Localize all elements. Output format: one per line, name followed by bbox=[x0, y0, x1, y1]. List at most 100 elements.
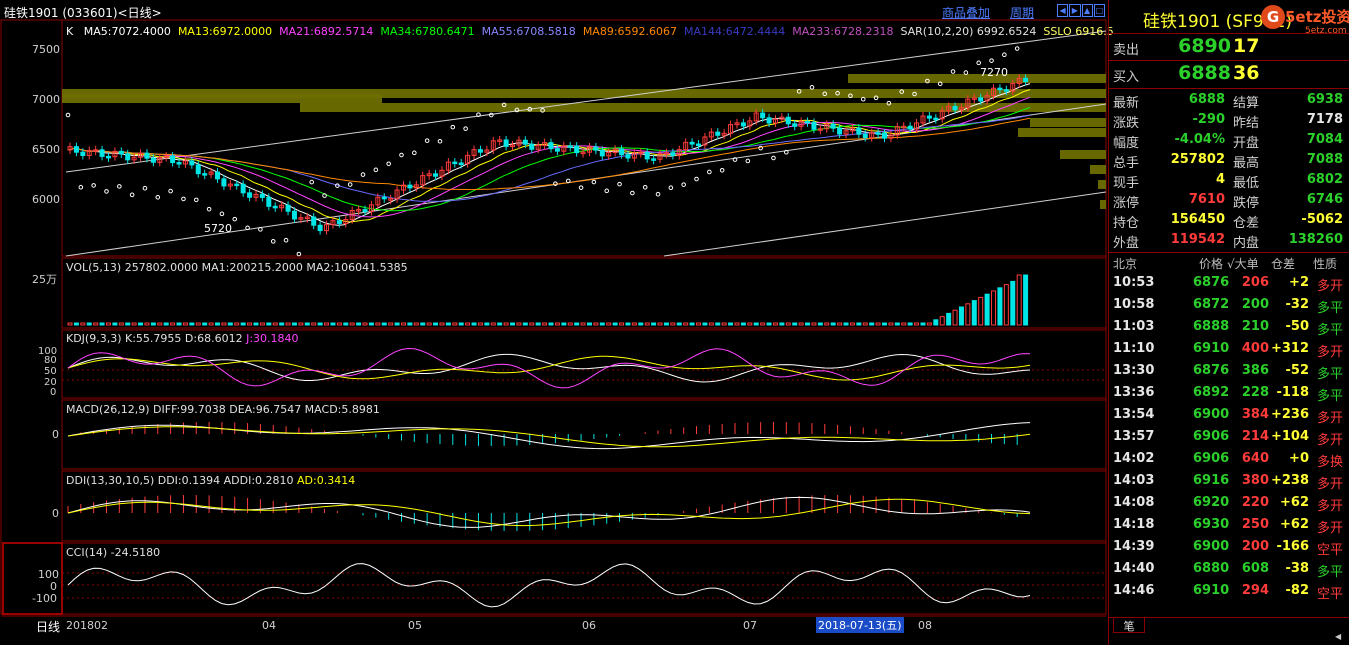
candle-body bbox=[407, 184, 413, 189]
stat-label: 仓差 bbox=[1233, 216, 1260, 231]
up-arrow-icon[interactable]: ▲ bbox=[1081, 4, 1093, 17]
tick-volume: 214 bbox=[1241, 429, 1269, 444]
candle-body bbox=[651, 158, 657, 161]
stat-label: 跌停 bbox=[1233, 196, 1260, 211]
volume-bar bbox=[907, 322, 913, 326]
period-link[interactable]: 周期 bbox=[1010, 4, 1034, 21]
volume-bar bbox=[362, 322, 368, 326]
chart-canvas[interactable] bbox=[0, 0, 1108, 645]
tick-header: 北京 价格 √大单 仓差 性质 bbox=[1109, 254, 1349, 272]
volume-bar bbox=[317, 322, 323, 326]
volume-bar bbox=[554, 322, 560, 326]
candle-body bbox=[805, 120, 811, 124]
stat-value: 6938 bbox=[1306, 92, 1343, 107]
tick-price: 6900 bbox=[1193, 539, 1230, 554]
volume-bar bbox=[715, 322, 721, 326]
tick-row: 14:03 6916 380 +238 多开 bbox=[1109, 471, 1349, 493]
candle-body bbox=[215, 171, 221, 180]
candle-body bbox=[336, 220, 342, 224]
volume-bar bbox=[433, 322, 439, 326]
sar-dot bbox=[283, 237, 289, 243]
volume-bar bbox=[73, 322, 79, 326]
volume-bar bbox=[696, 322, 702, 326]
date-label: 201802 bbox=[66, 619, 108, 632]
divider bbox=[1109, 617, 1349, 618]
ma5-label: MA5:7072.4000 bbox=[83, 25, 171, 38]
tick-nature: 空平 bbox=[1317, 587, 1344, 602]
tick-nature: 多开 bbox=[1317, 345, 1344, 360]
candle-body bbox=[311, 216, 317, 226]
sar-dot bbox=[360, 172, 366, 177]
maximize-icon[interactable]: □ bbox=[1093, 4, 1105, 17]
candle-body bbox=[792, 123, 798, 127]
sar-dot bbox=[399, 152, 404, 158]
stat-value: 7084 bbox=[1306, 132, 1343, 147]
volume-bar bbox=[221, 322, 227, 326]
sar-dot bbox=[219, 211, 225, 217]
candle-body bbox=[952, 105, 958, 111]
kdj-k-line bbox=[67, 353, 1031, 383]
volume-bar bbox=[112, 322, 118, 326]
volume-bar bbox=[830, 322, 836, 326]
candle-body bbox=[644, 151, 650, 160]
chart-area[interactable]: 硅铁1901 (033601)<日线> 商品叠加 周期 ◀ ▶ ▲ □ K MA… bbox=[0, 0, 1114, 645]
scroll-left-icon[interactable]: ◀ bbox=[1335, 632, 1341, 641]
cci-legend: CCI(14) -24.5180 bbox=[66, 546, 161, 559]
right-arrow-icon[interactable]: ▶ bbox=[1069, 4, 1081, 17]
volume-bar bbox=[772, 322, 778, 326]
tick-nature: 多平 bbox=[1317, 389, 1344, 404]
volume-bar bbox=[253, 322, 259, 326]
tick-volume: 200 bbox=[1241, 539, 1269, 554]
stat-label: 涨停 bbox=[1113, 196, 1140, 211]
left-arrow-icon[interactable]: ◀ bbox=[1057, 4, 1069, 17]
candle-body bbox=[837, 127, 843, 135]
volume-bar bbox=[683, 322, 689, 326]
candle-body bbox=[259, 193, 265, 198]
volume-bar bbox=[753, 322, 759, 326]
tick-row: 14:39 6900 200 -166 空平 bbox=[1109, 537, 1349, 559]
tick-change: +0 bbox=[1289, 451, 1309, 466]
volume-bar bbox=[510, 322, 516, 326]
tick-volume: 294 bbox=[1241, 583, 1269, 598]
candle-body bbox=[574, 145, 580, 154]
candle-body bbox=[189, 160, 195, 166]
sar-dot bbox=[488, 112, 494, 118]
period-label[interactable]: 日线 bbox=[36, 618, 60, 635]
sar-dot bbox=[1002, 52, 1007, 57]
kdj-main-label: KDJ(9,3,3) K:55.7955 D:68.6012 bbox=[66, 332, 243, 345]
tick-time: 13:36 bbox=[1113, 385, 1155, 400]
tick-time: 13:30 bbox=[1113, 363, 1155, 378]
stat-label: 外盘 bbox=[1113, 236, 1140, 251]
candle-body bbox=[285, 204, 291, 212]
volume-bar bbox=[1016, 274, 1022, 326]
tick-volume: 384 bbox=[1241, 407, 1269, 422]
volume-bar bbox=[503, 322, 509, 326]
stat-value: 119542 bbox=[1170, 232, 1225, 247]
tab-ticks[interactable]: 笔 bbox=[1113, 618, 1145, 633]
buy-volume: 36 bbox=[1233, 62, 1260, 84]
ma55-label: MA55:6708.5818 bbox=[481, 25, 576, 38]
candle-body bbox=[221, 178, 227, 187]
tick-header-nature: 性质 bbox=[1313, 257, 1338, 271]
quote-stat-row: 幅度 -4.04% 开盘 7084 bbox=[1109, 130, 1349, 151]
overlay-link[interactable]: 商品叠加 bbox=[942, 4, 990, 21]
tick-time: 14:02 bbox=[1113, 451, 1155, 466]
tick-row: 11:10 6910 400 +312 多开 bbox=[1109, 339, 1349, 361]
candle-body bbox=[503, 139, 509, 147]
candle-body bbox=[619, 148, 625, 156]
volume-bar bbox=[901, 322, 907, 326]
stat-label: 涨跌 bbox=[1113, 116, 1140, 131]
tick-row: 14:40 6880 608 -38 多平 bbox=[1109, 559, 1349, 581]
volume-bar bbox=[259, 322, 265, 326]
kdj-j-label: J:30.1840 bbox=[246, 332, 299, 345]
sar-dot bbox=[155, 194, 161, 200]
candle-body bbox=[625, 154, 631, 159]
tick-change: +104 bbox=[1270, 429, 1309, 444]
tick-volume: 608 bbox=[1241, 561, 1269, 576]
tick-time: 14:08 bbox=[1113, 495, 1155, 510]
price-axis-7000: 7000 bbox=[32, 93, 60, 106]
tick-volume: 206 bbox=[1241, 275, 1269, 290]
sar-dot bbox=[719, 167, 725, 173]
sar-dot bbox=[65, 112, 71, 118]
buy-row: 买入 6888 36 bbox=[1109, 62, 1349, 88]
